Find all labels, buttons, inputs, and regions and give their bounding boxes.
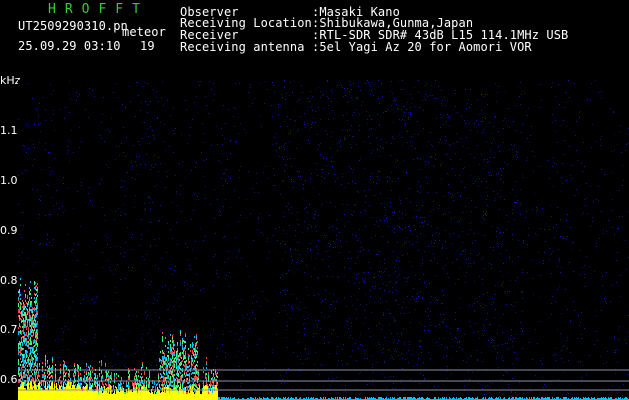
y-tick-label: 0.7 [0,323,18,336]
spectrogram [18,80,629,400]
antenna-value: :5el Yagi Az 20 for Aomori VOR [312,40,532,54]
y-tick-label: 0.8 [0,274,18,287]
y-tick-label: 0.6 [0,373,18,386]
antenna-label: Receiving antenna [180,40,305,54]
app-logo: HROFFT [48,2,149,17]
y-tick-label: 1.0 [0,174,18,187]
y-tick-label: 0.9 [0,224,18,237]
event-count: 19 [140,39,155,53]
file-name: UT2509290310.pn [18,19,128,33]
date-time: 25.09.29 03:10 [18,39,121,53]
spectrogram-canvas [18,80,629,400]
header-panel: HROFFT UT2509290310.pn meteor 25.09.29 0… [0,0,629,80]
y-tick-label: 1.1 [0,124,18,137]
mode-label: meteor [122,25,166,39]
